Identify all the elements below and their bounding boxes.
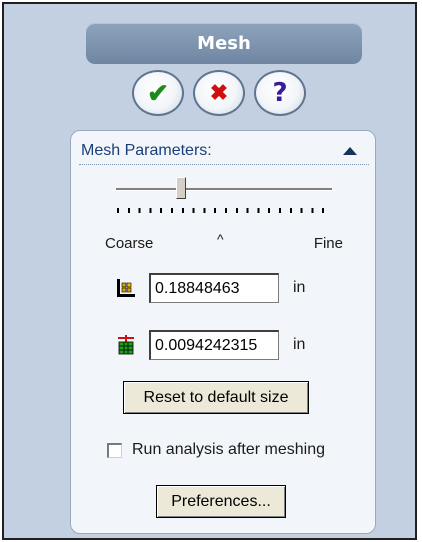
checkmark-icon: ✔: [147, 78, 169, 108]
tolerance-input[interactable]: [149, 330, 279, 360]
global-size-row: in: [115, 271, 305, 305]
collapse-arrow-icon[interactable]: [343, 147, 357, 155]
help-button[interactable]: ?: [254, 70, 306, 116]
cancel-button[interactable]: ✖: [193, 70, 245, 116]
cross-icon: ✖: [209, 80, 229, 105]
global-element-size-icon: [115, 277, 137, 299]
tolerance-row: in: [115, 328, 305, 362]
tolerance-icon: [115, 334, 137, 356]
mesh-parameters-group: Mesh Parameters: Coarse ^ Fine 0.1884846…: [70, 130, 376, 534]
global-size-input[interactable]: [149, 273, 279, 303]
preferences-button[interactable]: Preferences...: [156, 485, 286, 518]
property-manager-panel: Mesh ✔ ✖ ? Mesh Parameters: Coarse ^ Fin…: [2, 2, 417, 540]
slider-ticks: [117, 208, 333, 213]
run-analysis-checkbox[interactable]: [107, 442, 122, 458]
mesh-density-slider-thumb[interactable]: [175, 177, 186, 199]
mesh-parameters-title: Mesh Parameters:: [81, 142, 212, 159]
ok-button[interactable]: ✔: [132, 70, 184, 116]
reset-default-size-button[interactable]: Reset to default size: [123, 381, 309, 414]
coarse-label: Coarse: [105, 235, 154, 252]
mesh-density-slider-track[interactable]: [116, 188, 332, 191]
fine-label: Fine: [313, 235, 343, 252]
help-icon: ?: [272, 78, 288, 108]
default-marker: ^: [217, 231, 224, 247]
tolerance-unit: in: [293, 336, 306, 353]
run-analysis-label[interactable]: Run analysis after meshing: [132, 441, 325, 459]
panel-title: Mesh: [86, 23, 362, 64]
slider-labels: Coarse ^ Fine: [105, 231, 343, 255]
mesh-parameters-header[interactable]: Mesh Parameters:: [81, 140, 365, 162]
panel-title-text: Mesh: [197, 33, 251, 54]
run-analysis-option[interactable]: Run analysis after meshing: [107, 441, 325, 459]
global-size-unit: in: [293, 279, 306, 296]
header-divider: [79, 164, 369, 165]
